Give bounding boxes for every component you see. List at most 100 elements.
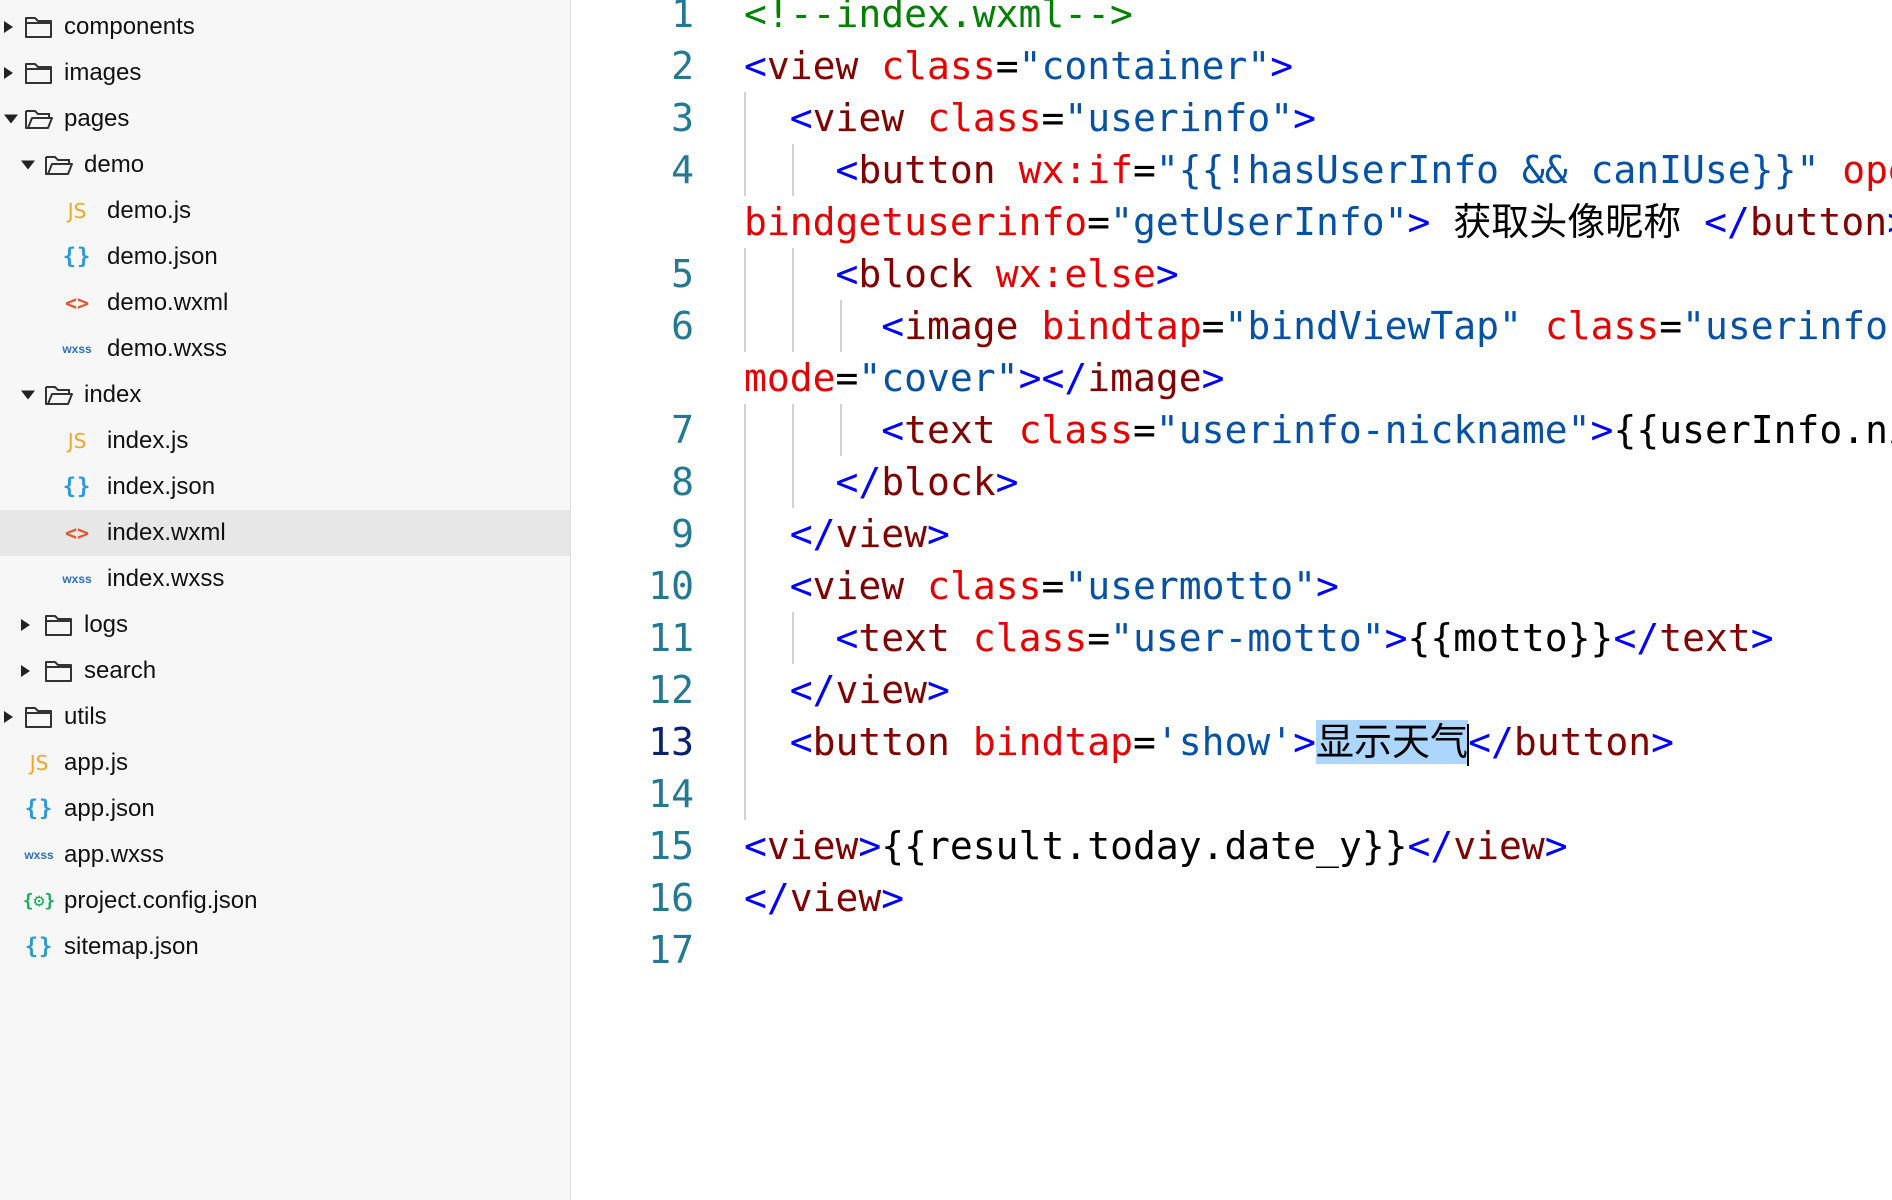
chevron-down-icon[interactable] (4, 114, 18, 124)
json-file-icon: {} (24, 796, 54, 822)
tree-folder-demo[interactable]: demo (0, 142, 570, 188)
tree-file-demo-json[interactable]: {} demo.json (0, 234, 570, 280)
chevron-right-icon[interactable] (21, 619, 30, 631)
code-text: </view> (744, 508, 950, 560)
code-token: {{result.today.date_y}} (881, 824, 1408, 868)
tree-file-index-wxss[interactable]: wxss index.wxss (0, 556, 570, 602)
code-token: > (881, 876, 905, 920)
code-text: </view> (744, 872, 904, 924)
selected-text: 显示天气 (1316, 720, 1469, 764)
code-line[interactable]: mode="cover"></image> (571, 352, 1892, 404)
tree-folder-components[interactable]: components (0, 4, 570, 50)
tree-file-index-js[interactable]: JS index.js (0, 418, 570, 464)
code-token: < (835, 616, 859, 660)
code-line[interactable]: 4 <button wx:if="{{!hasUserInfo && canIU… (571, 144, 1892, 196)
tree-folder-logs[interactable]: logs (0, 602, 570, 648)
tree-file-sitemap-json[interactable]: {} sitemap.json (0, 924, 570, 970)
chevron-right-icon[interactable] (4, 21, 13, 33)
code-token: > (1407, 200, 1431, 244)
code-token: > (1293, 720, 1317, 764)
code-token: image (1087, 356, 1202, 400)
tree-item-label: utils (64, 703, 107, 730)
tree-item-label: index.wxss (107, 565, 225, 592)
chevron-right-icon[interactable] (4, 67, 13, 79)
line-number: 14 (648, 772, 694, 816)
code-line[interactable]: 8 </block> (571, 456, 1892, 508)
code-text: <view>{{result.today.date_y}}</view> (744, 820, 1568, 872)
code-line[interactable]: 3 <view class="userinfo"> (571, 92, 1892, 144)
code-line[interactable]: 5 <block wx:else> (571, 248, 1892, 300)
line-number: 17 (648, 928, 694, 972)
code-token: > (1384, 616, 1408, 660)
tree-file-demo-wxml[interactable]: <> demo.wxml (0, 280, 570, 326)
code-token: button (1513, 720, 1652, 764)
code-line[interactable]: 1 <!--index.wxml--> (571, 0, 1892, 40)
config-file-icon: {⚙} (22, 890, 56, 912)
chevron-down-icon[interactable] (21, 160, 35, 170)
code-token: class (927, 564, 1042, 608)
code-token: wx:if (1018, 148, 1133, 192)
tree-item-label: app.js (64, 749, 129, 776)
line-number: 5 (671, 252, 694, 296)
chevron-right-icon[interactable] (21, 665, 30, 677)
code-token: > (1155, 252, 1179, 296)
tree-file-app-wxss[interactable]: wxss app.wxss (0, 832, 570, 878)
tree-item-label: app.wxss (64, 841, 165, 868)
code-line[interactable]: 2 <view class="container"> (571, 40, 1892, 92)
code-token: view (812, 96, 905, 140)
tree-item-label: app.json (64, 795, 155, 822)
code-token: > (858, 824, 882, 868)
folder-icon (44, 613, 74, 637)
code-line[interactable]: bindgetuserinfo="getUserInfo"> 获取头像昵称 </… (571, 196, 1892, 248)
code-token: < (744, 44, 767, 88)
tree-folder-search[interactable]: search (0, 648, 570, 694)
tree-file-demo-wxss[interactable]: wxss demo.wxss (0, 326, 570, 372)
tree-file-app-js[interactable]: JS app.js (0, 740, 570, 786)
code-line[interactable]: 16 </view> (571, 872, 1892, 924)
tree-file-demo-js[interactable]: JS demo.js (0, 188, 570, 234)
code-line[interactable]: 15 <view>{{result.today.date_y}}</view> (571, 820, 1892, 872)
code-token: </ (835, 460, 882, 504)
code-line[interactable]: 11 <text class="user-motto">{{motto}}</t… (571, 612, 1892, 664)
code-token: < (881, 408, 905, 452)
code-text: </view> (744, 664, 950, 716)
code-editor[interactable]: 1 <!--index.wxml--> 2 <view class="containe… (571, 0, 1892, 1200)
code-text: <!--index.wxml--> (744, 0, 1133, 40)
code-line[interactable]: 7 <text class="userinfo-nickname">{{user… (571, 404, 1892, 456)
tree-file-app-json[interactable]: {} app.json (0, 786, 570, 832)
code-line[interactable]: 14 (571, 768, 1892, 820)
code-token: "user-motto" (1110, 616, 1385, 660)
code-line[interactable]: 12 </view> (571, 664, 1892, 716)
tree-file-index-wxml[interactable]: <> index.wxml (0, 510, 570, 556)
tree-folder-images[interactable]: images (0, 50, 570, 96)
code-token: view (789, 876, 882, 920)
tree-file-project-config-json[interactable]: {⚙} project.config.json (0, 878, 570, 924)
tree-folder-utils[interactable]: utils (0, 694, 570, 740)
tree-item-label: project.config.json (64, 887, 258, 914)
wxss-file-icon: wxss (24, 848, 54, 862)
code-token: open-type (1842, 148, 1892, 192)
tree-folder-index[interactable]: index (0, 372, 570, 418)
code-line[interactable]: 9 </view> (571, 508, 1892, 560)
code-token: = (1201, 304, 1225, 348)
chevron-down-icon[interactable] (21, 390, 35, 400)
code-token: class (972, 616, 1088, 660)
code-token: wx:else (995, 252, 1156, 296)
code-line[interactable]: 6 <image bindtap="bindViewTap" class="us… (571, 300, 1892, 352)
tree-folder-pages[interactable]: pages (0, 96, 570, 142)
code-line[interactable]: 17 (571, 924, 1892, 976)
code-line[interactable]: 10 <view class="usermotto"> (571, 560, 1892, 612)
code-token: > (1750, 616, 1774, 660)
code-token: </ (1613, 616, 1660, 660)
code-token: bindgetuserinfo (744, 200, 1088, 244)
code-token: mode (744, 356, 836, 400)
code-line[interactable]: 13 <button bindtap='show'>显示天气</button> (571, 716, 1892, 768)
tree-file-index-json[interactable]: {} index.json (0, 464, 570, 510)
code-text: bindgetuserinfo="getUserInfo"> 获取头像昵称 </… (744, 196, 1892, 248)
chevron-right-icon[interactable] (4, 711, 13, 723)
